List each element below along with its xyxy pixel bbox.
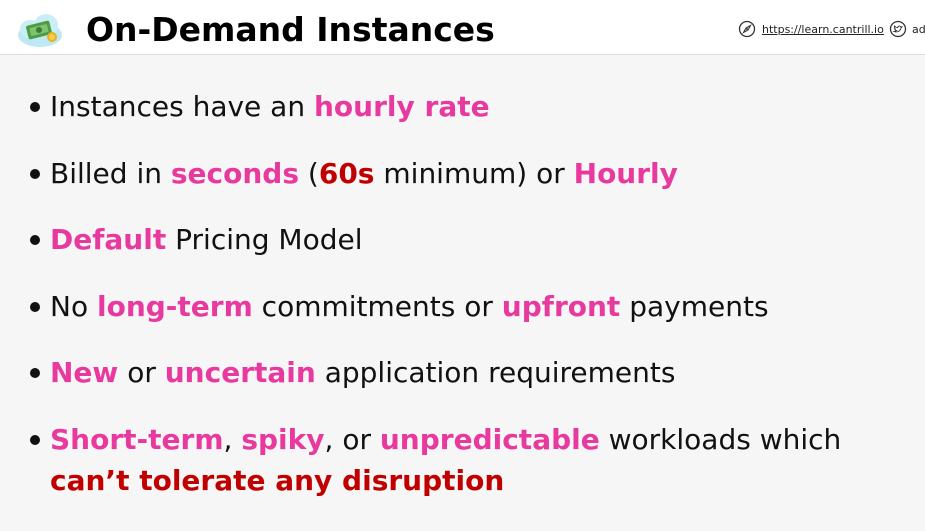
bullet-segment: Instances have an [50,90,314,123]
highlight-text: uncertain [164,356,316,389]
highlight-text: New [50,356,119,389]
highlight-text: upfront [501,289,621,323]
highlight-text: long-term [96,289,253,323]
highlight-text: Hourly [573,156,678,190]
highlight-text: Default [50,223,167,256]
compass-icon [738,20,756,38]
website-link[interactable]: https://learn.cantrill.io [738,20,884,38]
bullet-segment: or [118,356,165,389]
slide-header: On-Demand Instances https://learn.cantri… [0,0,925,55]
bullet-item-default-pricing: Default Pricing Model [30,219,910,260]
bullet-segment: ( [299,156,319,190]
bullet-item-billing: Billed in seconds (60s minimum) or Hourl… [30,153,910,194]
bullet-segment: commitments or [252,289,502,323]
emphasis-text: can’t tolerate any disruption [50,463,505,497]
bullet-segment: No [50,289,97,323]
bullet-item-hourly-rate: Instances have an hourly rate [30,86,910,127]
bullet-segment: Billed in [50,156,171,190]
highlight-text: unpredictable [379,422,600,456]
highlight-text: Short-term [50,422,224,456]
highlight-text: hourly rate [314,90,490,123]
bullet-segment: , [223,422,242,456]
page-title: On-Demand Instances [86,10,495,49]
bullet-segment: Pricing Model [166,223,363,256]
bullet-item-requirements: New or uncertain application requirement… [30,352,910,393]
bullet-item-workloads: Short-term, spiky, or unpredictable work… [30,419,910,501]
bullet-segment: application requirements [315,356,676,389]
bullet-segment: workloads which [599,422,842,456]
bullet-segment: payments [620,289,769,323]
twitter-icon [889,20,907,38]
twitter-handle-text: ad [912,22,925,36]
website-link-text[interactable]: https://learn.cantrill.io [762,23,884,36]
emphasis-text: 60s [318,156,375,190]
bullet-segment: minimum) or [374,156,574,190]
bullet-segment: , or [324,422,380,456]
highlight-text: seconds [170,156,300,190]
bullet-list: Instances have an hourly rate Billed in … [30,86,910,526]
bullet-item-commitments: No long-term commitments or upfront paym… [30,286,910,327]
twitter-link[interactable]: ad [889,20,925,38]
highlight-text: spiky [241,422,325,456]
money-cloud-icon [18,14,62,47]
